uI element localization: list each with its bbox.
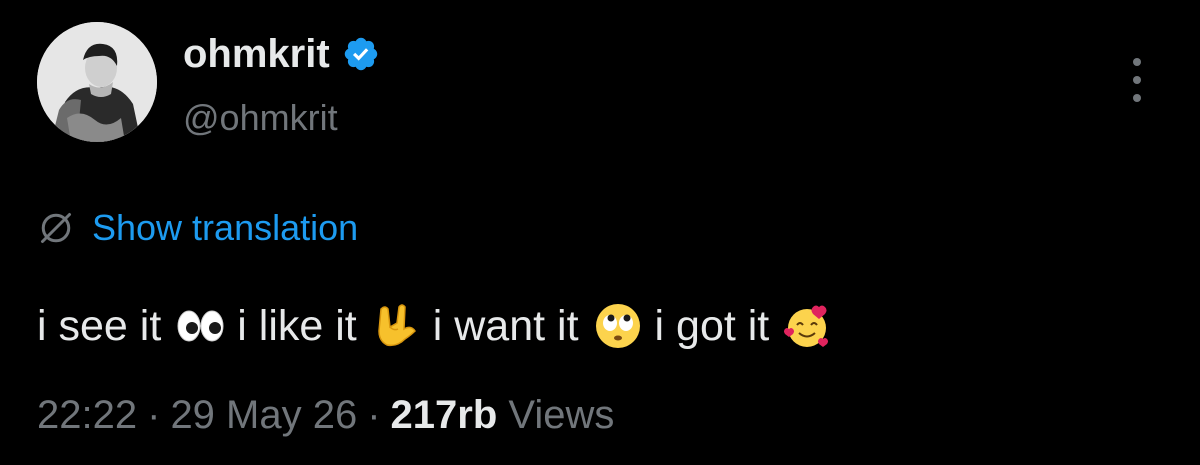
more-dot	[1133, 76, 1141, 84]
avatar-image	[37, 22, 157, 142]
meta-separator: ·	[147, 393, 161, 437]
tweet-date[interactable]: 29 May 26	[170, 393, 357, 437]
tweet-text-segment: i like it	[237, 302, 357, 350]
author-handle[interactable]: @ohmkrit	[183, 96, 338, 140]
views-count[interactable]: 217rb	[391, 393, 498, 437]
rolling-eyes-emoji	[593, 301, 643, 351]
tweet-text-segment: i want it	[432, 302, 579, 350]
tweet-card: ohmkrit @ohmkrit Show translation i see …	[0, 0, 1200, 465]
more-dot	[1133, 58, 1141, 66]
tweet-meta: 22:22 · 29 May 26 · 217rb Views	[37, 390, 614, 440]
eyes-emoji	[175, 301, 225, 351]
tweet-time[interactable]: 22:22	[37, 393, 137, 437]
more-vertical-icon[interactable]	[1122, 58, 1152, 102]
author-display-name[interactable]: ohmkrit	[183, 30, 330, 78]
views-label: Views	[508, 393, 615, 437]
tweet-text-segment: i got it	[654, 302, 770, 350]
tweet-text: i see it i like it i want it i got it	[37, 298, 845, 354]
globe-slash-icon	[41, 213, 71, 243]
meta-separator: ·	[367, 393, 381, 437]
smiling-face-with-hearts-emoji	[783, 301, 833, 351]
show-translation-label: Show translation	[92, 207, 359, 248]
show-translation-button[interactable]: Show translation	[38, 205, 358, 251]
verified-badge-icon	[344, 37, 377, 71]
rock-on-hand-emoji	[371, 301, 421, 351]
author-name-row: ohmkrit	[183, 30, 380, 78]
tweet-text-segment: i see it	[37, 302, 162, 350]
avatar[interactable]	[37, 22, 157, 142]
more-dot	[1133, 94, 1141, 102]
